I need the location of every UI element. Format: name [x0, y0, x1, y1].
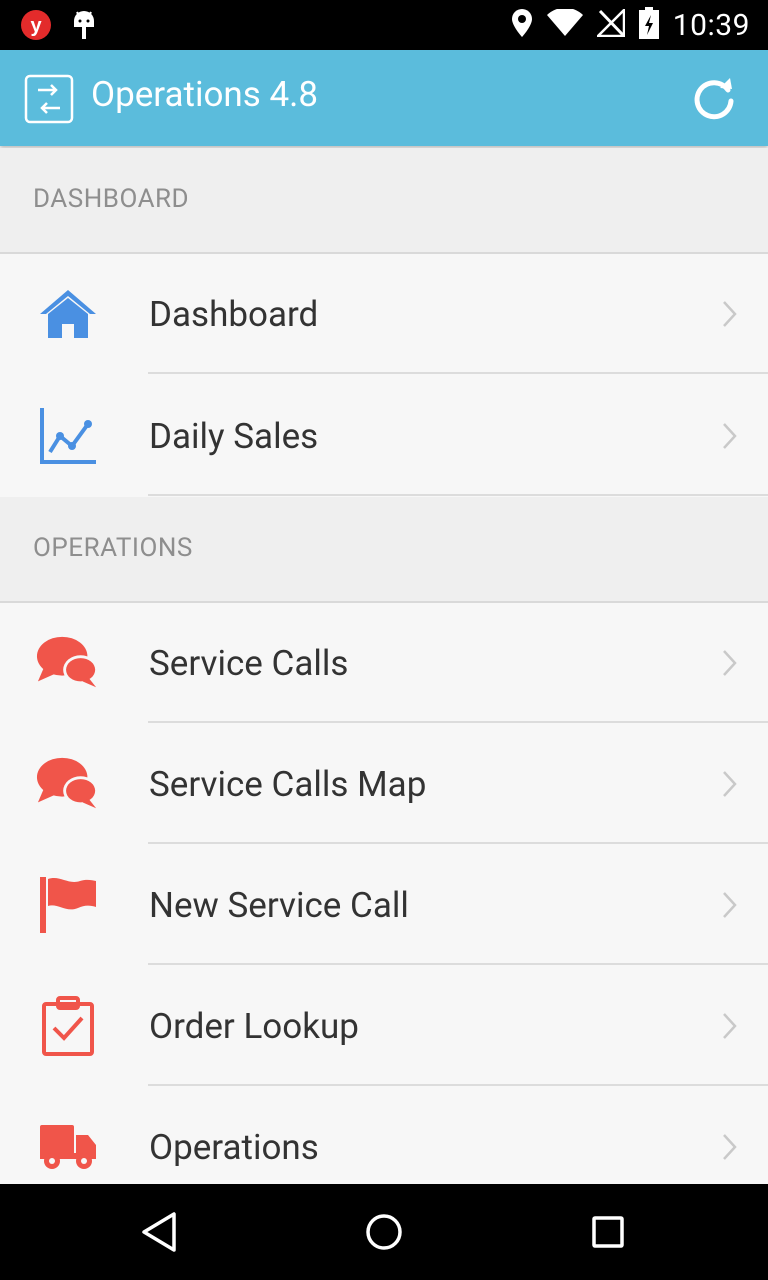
menu-item-label: Order Lookup — [149, 1006, 359, 1047]
chevron-right-icon — [722, 891, 738, 919]
menu-item-label: Dashboard — [149, 294, 319, 335]
menu-item-label: Operations — [149, 1127, 319, 1168]
app-logo-icon — [24, 74, 74, 128]
menu-item-label: New Service Call — [149, 885, 409, 926]
recents-button[interactable] — [584, 1208, 632, 1256]
wifi-icon — [546, 7, 583, 41]
truck-icon — [36, 1117, 100, 1177]
menu-item-service-calls-map[interactable]: Service Calls Map — [0, 724, 768, 844]
section-header-dashboard: DASHBOARD — [0, 148, 768, 254]
recents-square-icon — [592, 1216, 624, 1248]
menu-item-label: Service Calls Map — [149, 764, 427, 805]
app-bar: Operations 4.8 — [0, 50, 768, 146]
divider — [148, 963, 768, 965]
home-button[interactable] — [360, 1208, 408, 1256]
navigation-bar — [0, 1184, 768, 1280]
divider — [148, 1084, 768, 1086]
chevron-right-icon — [722, 649, 738, 677]
chat-bubbles-icon — [36, 633, 100, 693]
divider — [148, 372, 768, 374]
app-title: Operations 4.8 — [91, 74, 319, 115]
chevron-right-icon — [722, 1133, 738, 1161]
section-header-operations: OPERATIONS — [0, 497, 768, 603]
refresh-icon — [694, 78, 734, 120]
menu-item-order-lookup[interactable]: Order Lookup — [0, 966, 768, 1086]
chevron-right-icon — [722, 422, 738, 450]
back-triangle-icon — [142, 1212, 176, 1252]
menu-item-new-service-call[interactable]: New Service Call — [0, 845, 768, 965]
divider — [148, 842, 768, 844]
menu-item-service-calls[interactable]: Service Calls — [0, 603, 768, 723]
android-debug-icon — [70, 9, 98, 45]
home-icon — [36, 284, 100, 344]
location-icon — [511, 8, 533, 42]
svg-text:y: y — [30, 15, 42, 37]
chat-bubbles-icon — [36, 754, 100, 814]
refresh-button[interactable] — [690, 74, 738, 122]
no-signal-icon — [594, 6, 626, 41]
divider — [148, 494, 768, 496]
menu-item-daily-sales[interactable]: Daily Sales — [0, 376, 768, 496]
section-header-label: OPERATIONS — [33, 533, 193, 563]
menu-item-label: Daily Sales — [149, 416, 319, 457]
menu-item-dashboard[interactable]: Dashboard — [0, 254, 768, 374]
line-chart-icon — [36, 406, 100, 466]
menu-item-label: Service Calls — [149, 643, 349, 684]
flag-icon — [36, 875, 100, 935]
divider — [148, 721, 768, 723]
clipboard-check-icon — [36, 996, 100, 1056]
status-clock: 10:39 — [672, 7, 750, 43]
chevron-right-icon — [722, 770, 738, 798]
status-bar: y 10:39 — [0, 0, 768, 50]
back-button[interactable] — [136, 1208, 184, 1256]
chevron-right-icon — [722, 300, 738, 328]
chevron-right-icon — [722, 1012, 738, 1040]
yandex-icon: y — [20, 9, 52, 45]
battery-icon — [638, 7, 659, 43]
home-circle-icon — [366, 1214, 402, 1250]
section-header-label: DASHBOARD — [33, 184, 190, 214]
